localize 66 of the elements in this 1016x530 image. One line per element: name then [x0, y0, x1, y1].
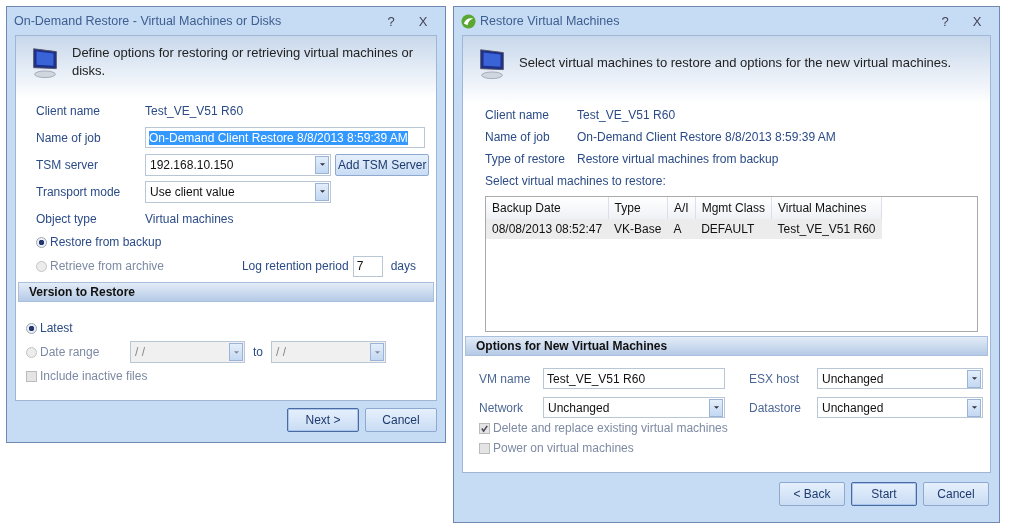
column-header[interactable]: A/I — [667, 197, 696, 219]
header-text: Select virtual machines to restore and options for the new virtual machines. — [519, 54, 952, 72]
check-icon — [480, 423, 489, 433]
field-label: Type of restore — [485, 152, 567, 166]
header-text: Define options for restoring or retrieving virtual machines or disks. — [72, 44, 415, 80]
dialog-button[interactable]: Start — [851, 482, 917, 506]
field-label: Client name — [36, 102, 102, 120]
field-value: On-Demand Client Restore 8/8/2013 8:59:39 AM — [577, 130, 836, 144]
field-value: Test_VE_V51 R60 — [577, 108, 676, 122]
unit-label: days — [390, 259, 416, 274]
table-row[interactable]: 08/08/2013 08:52:47 VK-Base A DEFAULT Test_VE_V51 R60 — [486, 219, 882, 239]
help-button[interactable]: ? — [931, 13, 959, 29]
dialog-button[interactable]: Cancel — [365, 408, 437, 432]
column-header[interactable]: Backup Date — [486, 197, 609, 219]
field-label: Name of job — [485, 130, 551, 144]
caret-icon — [318, 162, 326, 168]
input-field[interactable]: 7 — [352, 255, 383, 277]
logo-icon — [461, 13, 476, 29]
dropdown-field[interactable]: Unchanged — [543, 397, 725, 418]
caret-icon — [318, 189, 326, 195]
table-cell: Test_VE_V51 R60 — [771, 219, 882, 239]
field-value: Restore virtual machines from backup — [577, 152, 779, 166]
caret-icon — [970, 376, 978, 381]
close-button[interactable]: X — [409, 13, 437, 29]
dropdown-field[interactable]: 192.168.10.150 — [145, 153, 331, 176]
field-label: Client name — [485, 108, 551, 122]
close-button[interactable]: X — [963, 13, 991, 29]
field-label: Network — [479, 400, 524, 415]
window-title: Restore Virtual Machines — [480, 14, 621, 28]
column-header[interactable]: Type — [608, 197, 668, 219]
window-title: On-Demand Restore - Virtual Machines or Disks — [14, 14, 283, 28]
dropdown-field[interactable]: Unchanged — [817, 368, 983, 389]
dropdown-field[interactable]: Unchanged — [817, 397, 983, 418]
range-label: to — [253, 345, 263, 360]
dropdown-field[interactable]: Use client value — [145, 180, 331, 203]
dialog-button[interactable]: Next > — [287, 408, 359, 432]
radio-option[interactable]: Restore from backup — [36, 235, 162, 250]
input-field[interactable]: Test_VE_V51 R60 — [543, 368, 725, 389]
dialog-button[interactable]: < Back — [779, 482, 845, 506]
column-header[interactable]: Mgmt Class — [695, 197, 772, 219]
field-label: TSM server — [36, 156, 99, 174]
dialog-button[interactable]: Cancel — [923, 482, 989, 506]
table-cell: A — [667, 219, 696, 239]
field-label: Log retention period — [241, 259, 349, 274]
caret-icon — [373, 349, 381, 355]
field-label: Datastore — [749, 400, 803, 415]
field-value: Test_VE_V51 R60 — [145, 103, 244, 118]
table-cell: 08/08/2013 08:52:47 — [486, 219, 609, 239]
field-label: Object type — [36, 210, 98, 228]
caret-icon — [232, 349, 240, 355]
section-header: Version to Restore — [18, 282, 434, 303]
table-cell: DEFAULT — [695, 219, 772, 239]
section-header: Options for New Virtual Machines — [465, 336, 988, 356]
radio-option[interactable]: Latest — [26, 321, 130, 336]
table-caption: Select virtual machines to restore: — [485, 174, 666, 188]
add-server-button[interactable]: Add TSM Server — [335, 153, 429, 176]
caret-icon — [970, 405, 978, 410]
column-header[interactable]: Virtual Machines — [771, 197, 882, 219]
field-label: VM name — [479, 371, 532, 386]
field-label: Transport mode — [36, 183, 122, 201]
caret-icon — [712, 405, 720, 410]
field-label: Name of job — [36, 129, 102, 147]
field-value: Virtual machines — [145, 211, 234, 226]
field-label: ESX host — [749, 371, 801, 386]
help-button[interactable]: ? — [377, 13, 405, 29]
table-cell: VK-Base — [608, 219, 668, 239]
